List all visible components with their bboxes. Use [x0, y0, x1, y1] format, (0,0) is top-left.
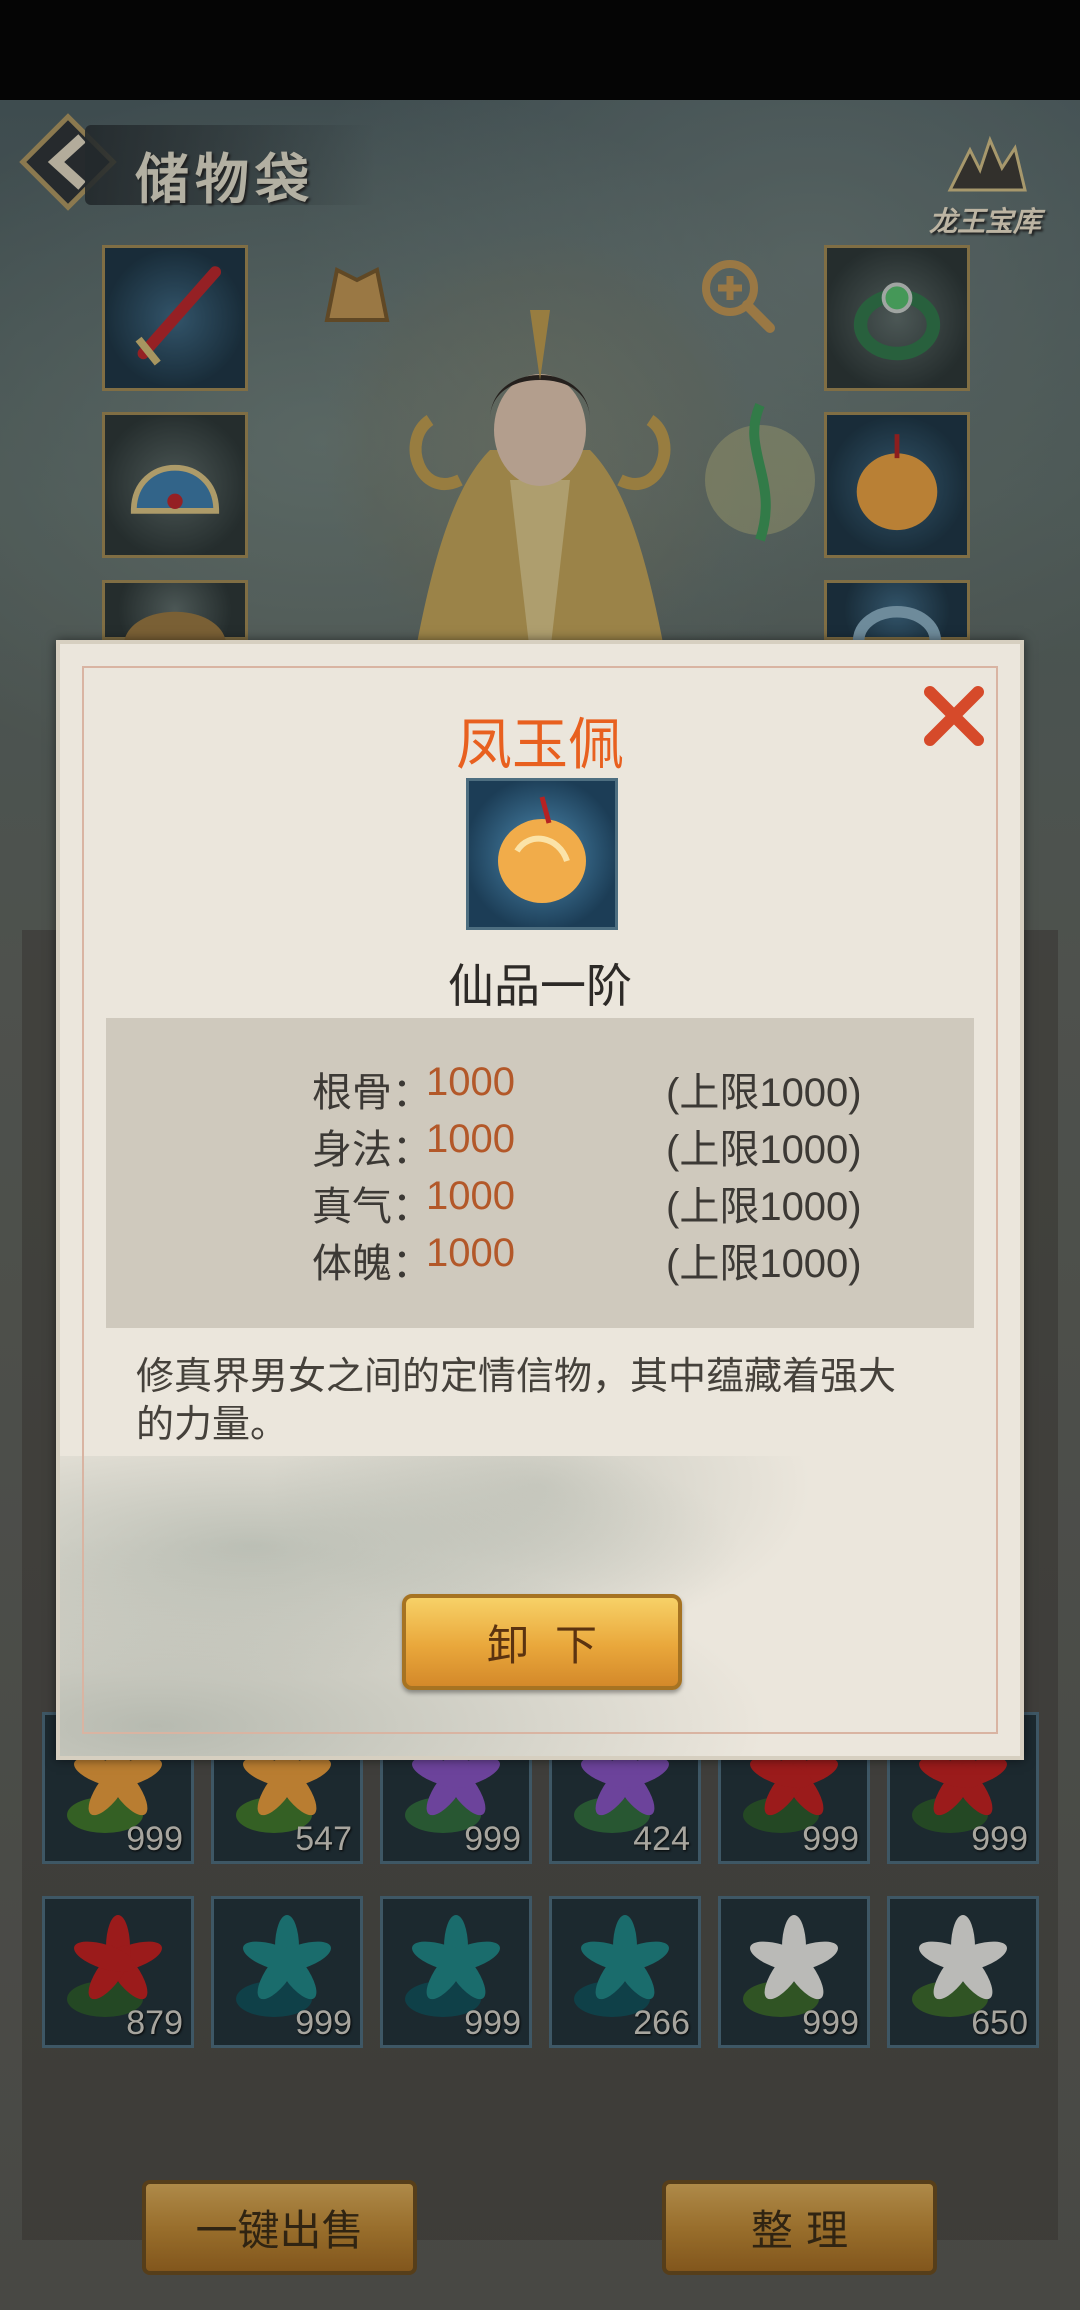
item-icon: [466, 778, 618, 930]
stat-row: 真气： 1000 (上限1000): [106, 1174, 974, 1230]
stat-value: 1000: [426, 1174, 515, 1218]
stat-limit: (上限1000): [666, 1128, 862, 1172]
stat-value: 1000: [426, 1231, 515, 1275]
stats-box: 根骨： 1000 (上限1000) 身法： 1000 (上限1000) 真气： …: [106, 1018, 974, 1328]
item-grade: 仙品一阶: [448, 959, 632, 1013]
stat-label: 体魄：: [312, 1241, 432, 1287]
stat-row: 身法： 1000 (上限1000): [106, 1117, 974, 1173]
stat-label: 身法：: [312, 1127, 432, 1173]
stat-row: 体魄： 1000 (上限1000): [106, 1231, 974, 1287]
item-description: 修真界男女之间的定情信物，其中蕴藏着强大的力量。: [136, 1354, 897, 1446]
stat-limit: (上限1000): [666, 1242, 862, 1286]
unequip-button[interactable]: 卸下: [402, 1594, 682, 1690]
stat-limit: (上限1000): [666, 1185, 862, 1229]
stat-label: 真气：: [312, 1184, 432, 1230]
item-name: 凤玉佩: [456, 713, 624, 778]
phoenix-pendant-icon: [498, 796, 586, 903]
stat-row: 根骨： 1000 (上限1000): [106, 1060, 974, 1116]
item-detail-dialog: 凤玉佩 仙品一阶 根骨： 1000 (上限1000) 身法： 1000 (上限1…: [56, 640, 1024, 1760]
stat-value: 1000: [426, 1060, 515, 1104]
stat-limit: (上限1000): [666, 1071, 862, 1115]
close-icon[interactable]: [918, 682, 988, 752]
stat-value: 1000: [426, 1117, 515, 1161]
stat-label: 根骨：: [312, 1070, 432, 1116]
